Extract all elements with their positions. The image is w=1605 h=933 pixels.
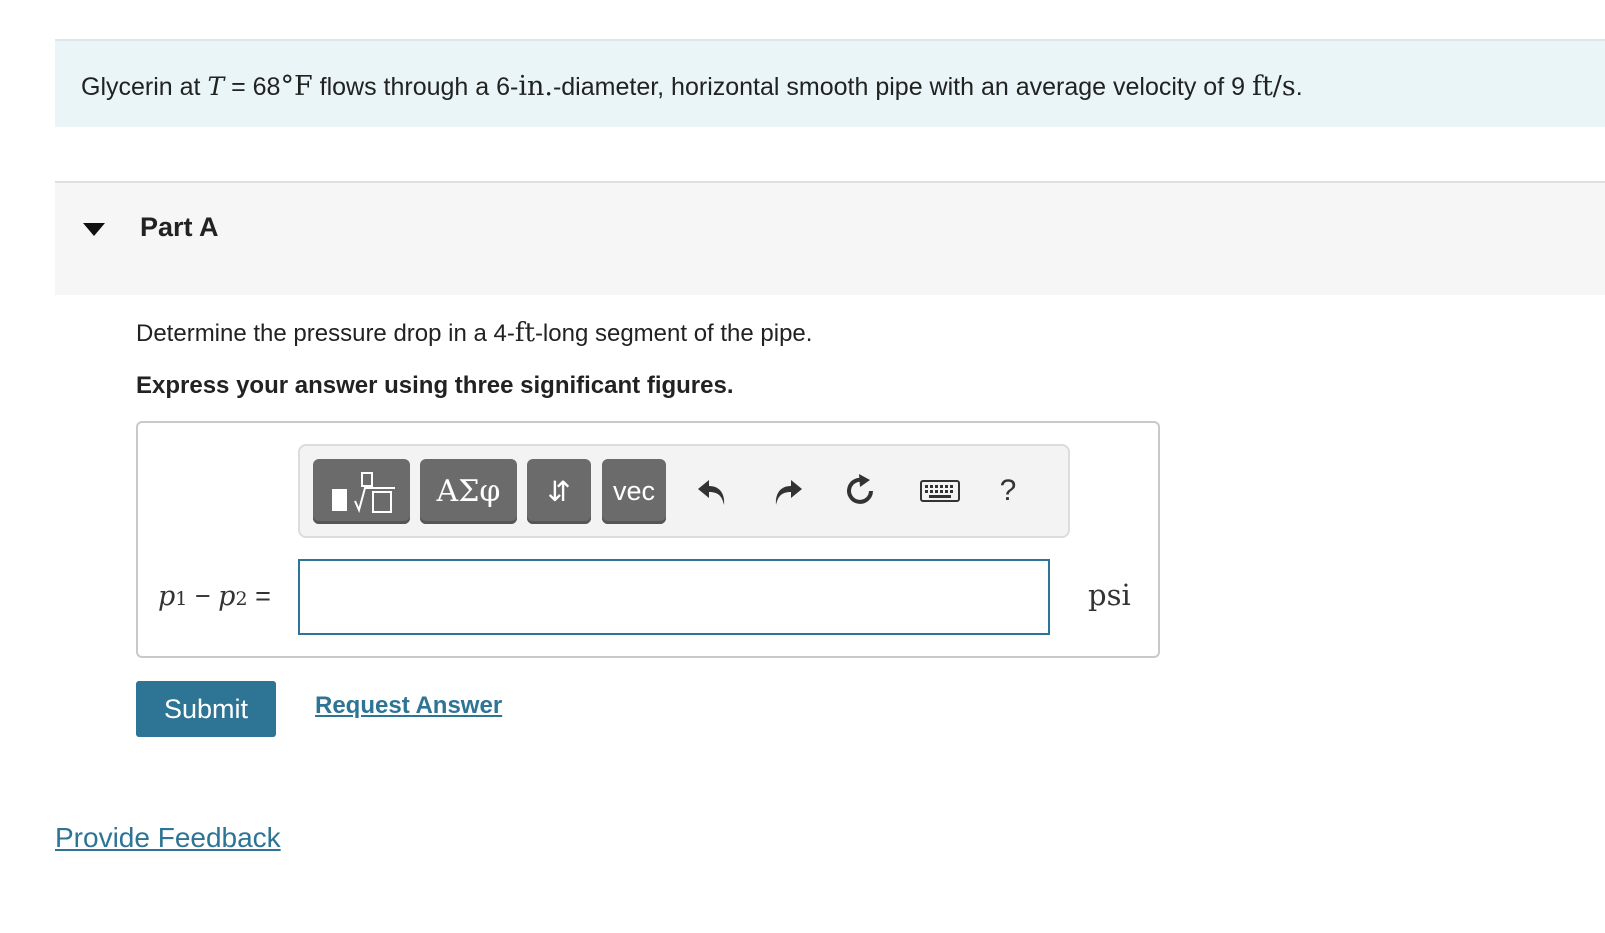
collapse-caret-icon[interactable] [83,223,105,236]
fraction-root-icon [331,471,395,513]
problem-statement: Glycerin at T = 68°F flows through a 6-i… [55,39,1605,127]
templates-button[interactable] [313,459,410,524]
reset-icon[interactable] [835,466,885,516]
answer-label: p1 − p2 = [158,581,271,612]
math-toolbar: ΑΣφ ⇵ vec ? [298,444,1070,538]
provide-feedback-link[interactable]: Provide Feedback [55,822,281,854]
keyboard-icon[interactable] [910,466,970,516]
undo-icon[interactable] [687,466,737,516]
request-answer-link[interactable]: Request Answer [315,692,502,720]
help-button[interactable]: ? [983,466,1033,516]
submit-button[interactable]: Submit [136,681,276,737]
answer-instruction: Express your answer using three signific… [136,372,734,399]
part-a-header[interactable]: Part A [55,181,1605,295]
units-label: psi [1088,578,1131,612]
question-text: Determine the pressure drop in a 4-ft-lo… [136,318,813,348]
redo-icon[interactable] [763,466,813,516]
part-title: Part A [140,212,219,242]
problem-text: Glycerin at T = 68°F flows through a 6-i… [81,71,1303,102]
answer-box: ΑΣφ ⇵ vec ? p1 − p2 = psi [136,421,1160,658]
answer-input[interactable] [298,559,1050,635]
vector-button[interactable]: vec [602,459,666,524]
arrows-button[interactable]: ⇵ [527,459,591,524]
greek-symbols-button[interactable]: ΑΣφ [420,459,517,524]
variable-T: T [207,72,225,101]
